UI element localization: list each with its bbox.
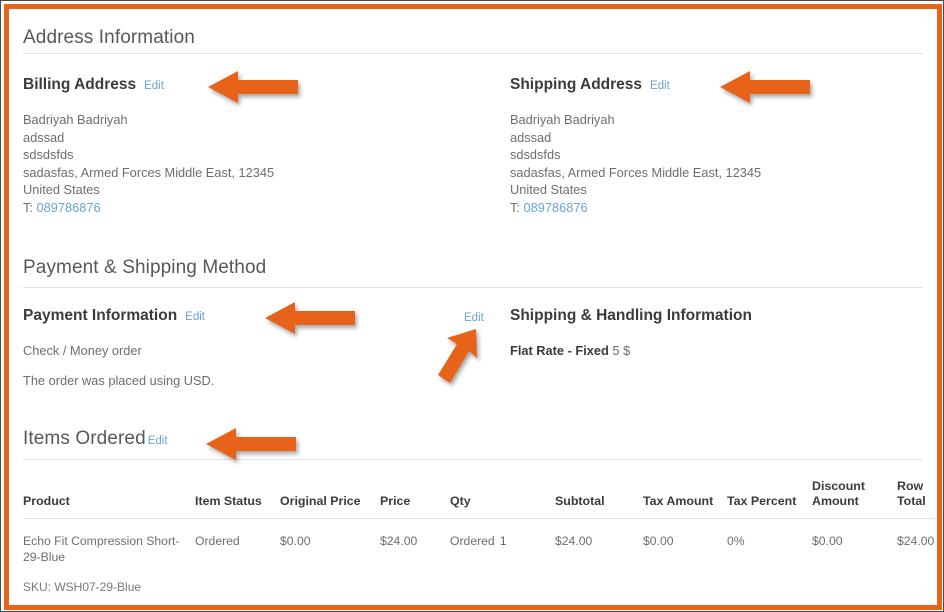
shipping-phone-row: T: 089786876	[510, 199, 930, 217]
payment-information-block: Payment Information Edit Check / Money o…	[23, 306, 453, 390]
shipping-phone-value[interactable]: 089786876	[524, 200, 588, 215]
shipping-handling-amount: 5 $	[612, 343, 631, 358]
address-information-divider	[23, 53, 923, 54]
billing-phone-value[interactable]: 089786876	[37, 200, 101, 215]
column-header-product: Product	[23, 479, 195, 519]
column-header-item-status: Item Status	[195, 479, 280, 519]
shipping-name: Badriyah Badriyah	[510, 112, 615, 127]
column-header-tax-amount: Tax Amount	[643, 479, 727, 519]
shipping-city-region-zip: sadasfas, Armed Forces Middle East, 1234…	[510, 164, 762, 180]
column-header-subtotal: Subtotal	[555, 479, 643, 519]
cell-tax-percent: 0%	[727, 534, 745, 548]
payment-information-heading-row: Payment Information Edit	[23, 306, 453, 326]
shipping-handling-method-row: Flat Rate - Fixed 5 $	[510, 342, 930, 360]
billing-name: Badriyah Badriyah	[23, 112, 128, 127]
product-sku: SKU: WSH07-29-Blue	[23, 580, 142, 594]
items-ordered-section: Items Ordered Edit	[23, 428, 168, 450]
billing-line1: adssad	[23, 129, 65, 145]
arrow-to-items-ordered-edit	[206, 427, 296, 461]
shipping-address-details: Badriyah Badriyah adssad sdsdsfds sadasf…	[510, 111, 930, 216]
billing-address-title: Billing Address	[23, 76, 137, 93]
shipping-handling-edit-wrap: Edit	[464, 308, 484, 326]
shipping-line2: sdsdsfds	[510, 147, 561, 162]
billing-city-region-zip: sadasfas, Armed Forces Middle East, 1234…	[23, 164, 275, 180]
order-view-content: Address Information Billing Address Edit…	[9, 9, 937, 605]
payment-information-title: Payment Information	[23, 307, 178, 324]
cell-item-status: Ordered	[195, 534, 240, 548]
orange-highlight-frame: Address Information Billing Address Edit…	[4, 4, 942, 610]
billing-address-edit-link[interactable]: Edit	[144, 79, 164, 93]
column-header-price: Price	[380, 479, 450, 519]
payment-currency-note: The order was placed using USD.	[23, 373, 215, 388]
qty-value: 1	[499, 534, 507, 548]
items-ordered-divider	[23, 459, 923, 460]
shipping-line1: adssad	[510, 129, 552, 145]
shipping-address-title: Shipping Address	[510, 76, 643, 93]
table-row: Echo Fit Compression Short-29-Blue SKU: …	[23, 519, 937, 596]
items-ordered-heading-row: Items Ordered Edit	[23, 428, 168, 450]
cell-discount-amount: $0.00	[812, 534, 843, 548]
items-ordered-table: Product Item Status Original Price Price…	[23, 479, 937, 595]
column-header-row-total: Row Total	[897, 479, 937, 519]
cell-price: $24.00	[380, 534, 418, 548]
shipping-phone-prefix: T:	[510, 199, 520, 215]
column-header-discount-amount: Discount Amount	[812, 479, 897, 519]
billing-address-details: Badriyah Badriyah adssad sdsdsfds sadasf…	[23, 111, 463, 216]
payment-shipping-method-divider	[23, 287, 923, 288]
cell-qty: Ordered 1	[450, 519, 555, 596]
column-header-original-price: Original Price	[280, 479, 380, 519]
address-information-section: Address Information	[23, 27, 923, 49]
product-name: Echo Fit Compression Short-29-Blue	[23, 534, 180, 564]
billing-line2: sdsdsfds	[23, 147, 74, 162]
billing-country: United States	[23, 182, 100, 197]
arrow-to-payment-edit	[265, 301, 355, 335]
shipping-handling-block: Shipping & Handling Information Flat Rat…	[510, 306, 930, 360]
arrow-to-shipping-method-edit	[436, 327, 480, 389]
shipping-handling-title: Shipping & Handling Information	[510, 307, 752, 324]
shipping-address-edit-link[interactable]: Edit	[650, 79, 670, 93]
payment-information-edit-link[interactable]: Edit	[185, 310, 205, 324]
section-title-payment-shipping-method: Payment & Shipping Method	[23, 257, 267, 278]
cell-original-price: $0.00	[280, 534, 311, 548]
column-header-tax-percent: Tax Percent	[727, 479, 812, 519]
qty-label: Ordered	[450, 534, 495, 548]
shipping-country: United States	[510, 182, 587, 197]
payment-shipping-method-section: Payment & Shipping Method	[23, 257, 923, 279]
shipping-handling-method-name: Flat Rate - Fixed	[510, 343, 609, 358]
arrow-to-shipping-edit	[720, 70, 810, 104]
screenshot-root: Address Information Billing Address Edit…	[0, 0, 944, 612]
cell-product: Echo Fit Compression Short-29-Blue SKU: …	[23, 519, 195, 596]
cell-row-total: $24.00	[897, 534, 935, 548]
section-title-address-information: Address Information	[23, 27, 195, 48]
cell-subtotal: $24.00	[555, 534, 593, 548]
items-ordered-edit-link[interactable]: Edit	[148, 434, 168, 448]
payment-method-value: Check / Money order	[23, 343, 142, 358]
cell-tax-amount: $0.00	[643, 534, 674, 548]
arrow-to-billing-edit	[208, 70, 298, 104]
billing-phone-prefix: T:	[23, 199, 33, 215]
billing-phone-row: T: 089786876	[23, 199, 463, 217]
section-title-items-ordered: Items Ordered	[23, 428, 146, 449]
column-header-qty: Qty	[450, 479, 555, 519]
shipping-handling-edit-link[interactable]: Edit	[464, 312, 484, 324]
items-table-header-row: Product Item Status Original Price Price…	[23, 479, 937, 519]
